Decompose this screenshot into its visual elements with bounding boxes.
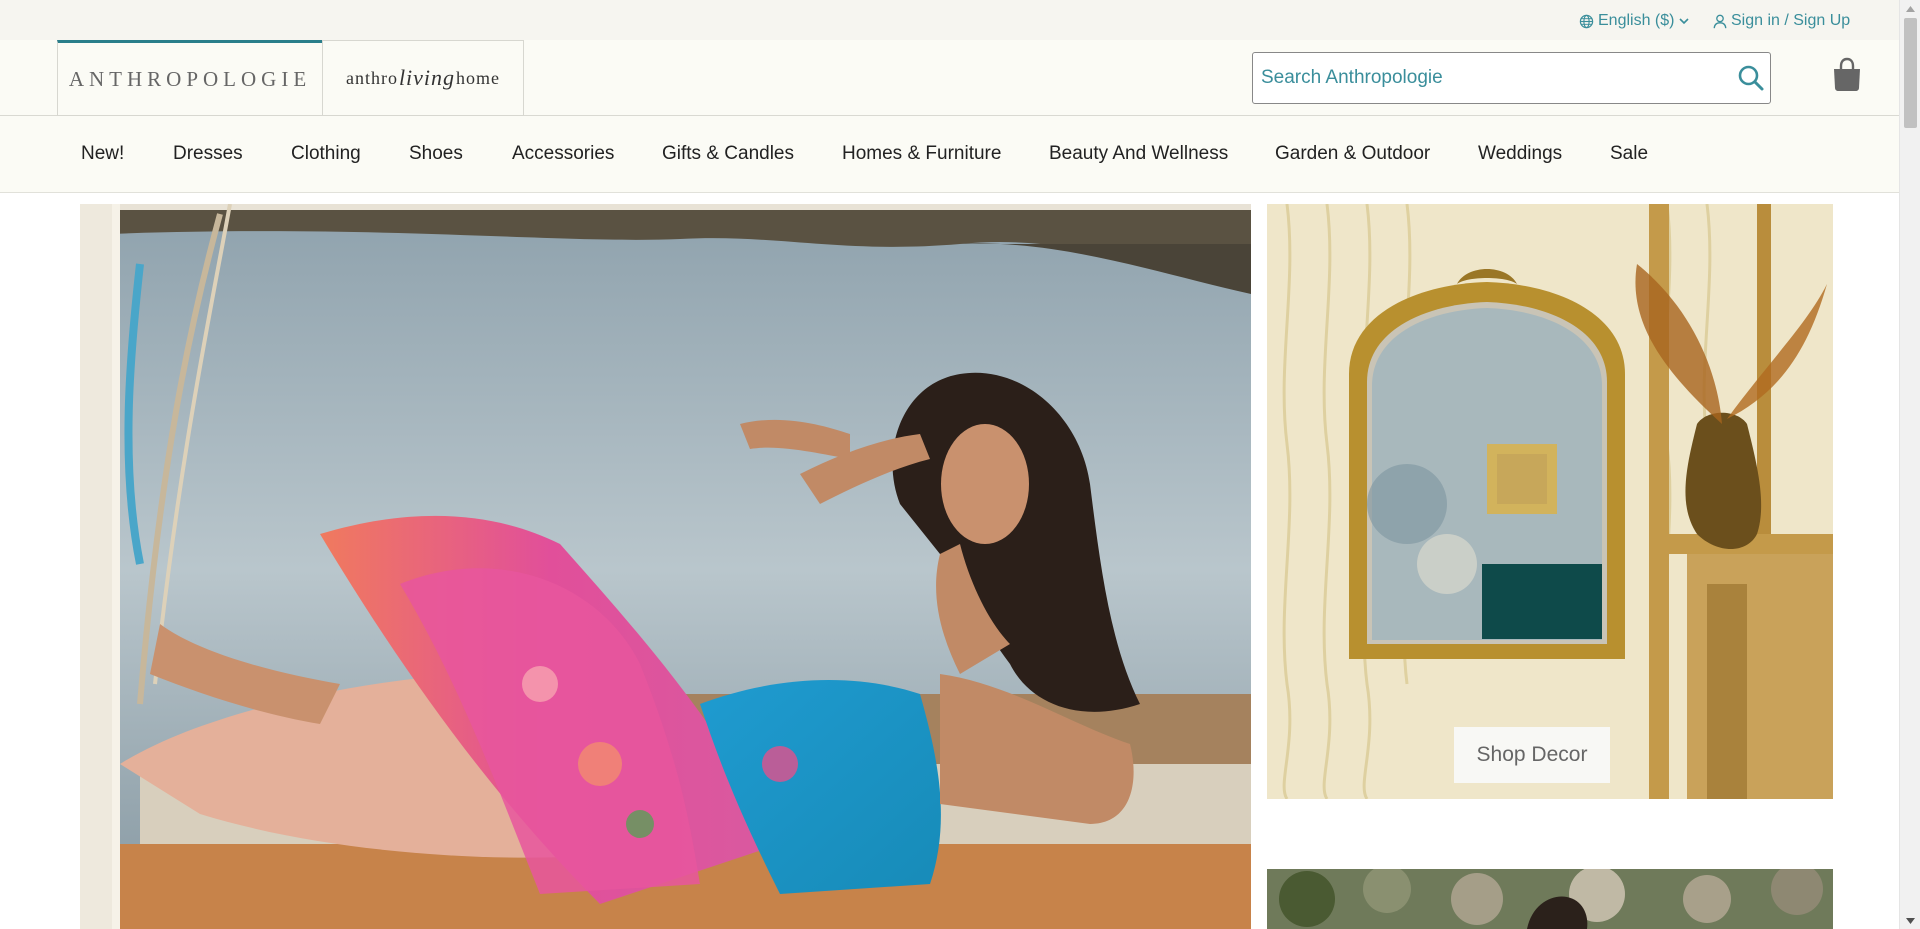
page-scrollbar[interactable] (1899, 0, 1920, 929)
scrollbar-thumb[interactable] (1904, 18, 1917, 128)
anthropologie-logo[interactable]: ANTHROPOLOGIE (57, 40, 323, 116)
nav-item-homes-furniture[interactable]: Homes & Furniture (842, 143, 1001, 165)
nav-item-clothing[interactable]: Clothing (291, 143, 361, 165)
language-label: English ($) (1598, 12, 1675, 29)
nav-item-weddings[interactable]: Weddings (1478, 143, 1562, 165)
language-selector[interactable]: English ($) (1579, 12, 1690, 30)
sign-in-link[interactable]: Sign in / Sign Up (1713, 12, 1850, 30)
logo-living-a: anthro (345, 67, 398, 88)
decor-promo-tile[interactable]: Shop Decor (1267, 204, 1833, 799)
nav-item-beauty-wellness[interactable]: Beauty And Wellness (1049, 143, 1228, 165)
anthroliving-home-logo[interactable]: anthro living home (322, 40, 524, 116)
scroll-up-arrow-icon[interactable] (1900, 0, 1920, 17)
nav-item-accessories[interactable]: Accessories (512, 143, 614, 165)
nav-item-sale[interactable]: Sale (1610, 143, 1648, 165)
nav-item-shoes[interactable]: Shoes (409, 143, 463, 165)
search-box (1252, 52, 1771, 104)
nav-item-garden-outdoor[interactable]: Garden & Outdoor (1275, 143, 1430, 165)
nav-item-dresses[interactable]: Dresses (173, 143, 243, 165)
search-icon[interactable] (1737, 64, 1765, 92)
secondary-promo-tile[interactable] (1267, 869, 1833, 929)
nav-item-gifts-candles[interactable]: Gifts & Candles (662, 143, 794, 165)
logo-text: ANTHROPOLOGIE (68, 66, 312, 91)
page: English ($) Sign in / Sign Up ANTHROPOLO… (0, 0, 1920, 929)
user-icon (1713, 14, 1727, 29)
search-input[interactable] (1261, 53, 1711, 103)
shop-decor-button[interactable]: Shop Decor (1454, 727, 1610, 783)
chevron-down-icon (1678, 15, 1690, 27)
logo-living-b: living (398, 65, 456, 90)
utility-bar: English ($) Sign in / Sign Up (0, 0, 1899, 40)
sign-in-label: Sign in / Sign Up (1731, 12, 1851, 29)
nav-item-new[interactable]: New! (81, 143, 124, 165)
scroll-down-arrow-icon[interactable] (1900, 912, 1920, 929)
main-navigation: New! Dresses Clothing Shoes Accessories … (0, 116, 1899, 193)
shopping-bag-icon[interactable] (1831, 57, 1863, 93)
hero-banner-image[interactable] (80, 204, 1251, 929)
globe-icon (1579, 14, 1594, 29)
logo-living-c: home (456, 67, 501, 88)
site-header: ANTHROPOLOGIE anthro living home (0, 40, 1899, 116)
